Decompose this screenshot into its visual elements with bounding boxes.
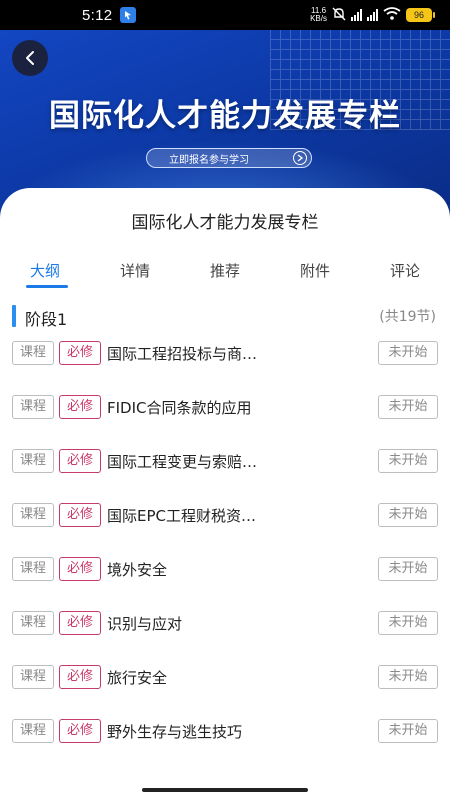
lesson-title: FIDIC合同条款的应用: [107, 399, 252, 417]
required-tag: 必修: [59, 503, 101, 527]
home-indicator[interactable]: [142, 788, 308, 792]
lesson-type-tag: 课程: [12, 719, 54, 743]
lesson-type-tag: 课程: [12, 449, 54, 473]
lesson-title: 国际工程变更与索赔…: [107, 453, 258, 471]
chevron-left-icon: [26, 51, 34, 65]
status-bar: 5:12 11.6 KB/s 96: [0, 0, 450, 30]
lesson-type-tag: 课程: [12, 341, 54, 365]
lesson-type-tag: 课程: [12, 665, 54, 689]
lesson-type-tag: 课程: [12, 395, 54, 419]
lesson-status-badge: 未开始: [378, 503, 438, 527]
tab-bar: 大纲 详情 推荐 附件 评论: [0, 250, 450, 290]
required-tag: 必修: [59, 341, 101, 365]
notification-app-icon: [120, 7, 137, 23]
arrow-right-icon: [293, 151, 307, 165]
battery-icon: 96: [406, 8, 435, 22]
lesson-status-badge: 未开始: [378, 665, 438, 689]
enroll-banner-button[interactable]: 立即报名参与学习: [146, 148, 312, 168]
tab-recommend[interactable]: 推荐: [210, 260, 240, 281]
tab-attachments[interactable]: 附件: [300, 260, 330, 281]
tab-comments[interactable]: 评论: [390, 260, 420, 281]
required-tag: 必修: [59, 557, 101, 581]
signal-icon-2: [367, 9, 378, 21]
stage-title: 阶段1: [25, 310, 68, 329]
lesson-title: 旅行安全: [107, 669, 168, 687]
course-title: 国际化人才能力发展专栏: [131, 213, 319, 233]
lesson-item[interactable]: 课程 必修 国际工程招投标与商… 未开始: [0, 341, 450, 367]
active-tab-indicator: [26, 285, 68, 288]
enroll-banner-label: 立即报名参与学习: [169, 154, 249, 166]
lesson-item[interactable]: 课程 必修 境外安全 未开始: [0, 557, 450, 583]
lesson-status-badge: 未开始: [378, 395, 438, 419]
stage-lesson-count: (共19节): [379, 309, 436, 325]
lesson-item[interactable]: 课程 必修 识别与应对 未开始: [0, 611, 450, 637]
lesson-title: 野外生存与逃生技巧: [107, 723, 243, 741]
lesson-title: 识别与应对: [107, 615, 183, 633]
lesson-status-badge: 未开始: [378, 341, 438, 365]
network-speed-unit: KB/s: [310, 14, 327, 23]
network-speed: 11.6 KB/s: [310, 7, 327, 23]
required-tag: 必修: [59, 719, 101, 743]
lesson-type-tag: 课程: [12, 503, 54, 527]
lesson-status-badge: 未开始: [378, 557, 438, 581]
required-tag: 必修: [59, 449, 101, 473]
back-button[interactable]: [12, 40, 48, 76]
mute-icon: [332, 7, 346, 24]
required-tag: 必修: [59, 395, 101, 419]
banner-title: 国际化人才能力发展专栏: [49, 98, 401, 134]
lesson-item[interactable]: 课程 必修 旅行安全 未开始: [0, 665, 450, 691]
status-time: 5:12: [82, 6, 113, 24]
signal-icon: [351, 9, 362, 21]
lesson-item[interactable]: 课程 必修 国际EPC工程财税资… 未开始: [0, 503, 450, 529]
lesson-item[interactable]: 课程 必修 国际工程变更与索赔… 未开始: [0, 449, 450, 475]
lesson-title: 境外安全: [107, 561, 168, 579]
required-tag: 必修: [59, 665, 101, 689]
lesson-title: 国际EPC工程财税资…: [107, 507, 256, 525]
tab-outline[interactable]: 大纲: [30, 260, 60, 281]
lesson-type-tag: 课程: [12, 557, 54, 581]
stage-marker: [12, 305, 16, 327]
lesson-item[interactable]: 课程 必修 FIDIC合同条款的应用 未开始: [0, 395, 450, 421]
lesson-type-tag: 课程: [12, 611, 54, 635]
lesson-item[interactable]: 课程 必修 野外生存与逃生技巧 未开始: [0, 719, 450, 745]
required-tag: 必修: [59, 611, 101, 635]
content-card: 国际化人才能力发展专栏 大纲 详情 推荐 附件 评论 阶段1 (共19节) 课程…: [0, 188, 450, 800]
tab-details[interactable]: 详情: [120, 260, 150, 281]
lesson-status-badge: 未开始: [378, 719, 438, 743]
status-icons: 11.6 KB/s 96: [310, 7, 435, 24]
lesson-title: 国际工程招投标与商…: [107, 345, 258, 363]
stage-header: 阶段1 (共19节): [0, 305, 450, 329]
lesson-status-badge: 未开始: [378, 611, 438, 635]
wifi-icon: [383, 7, 401, 23]
lesson-status-badge: 未开始: [378, 449, 438, 473]
